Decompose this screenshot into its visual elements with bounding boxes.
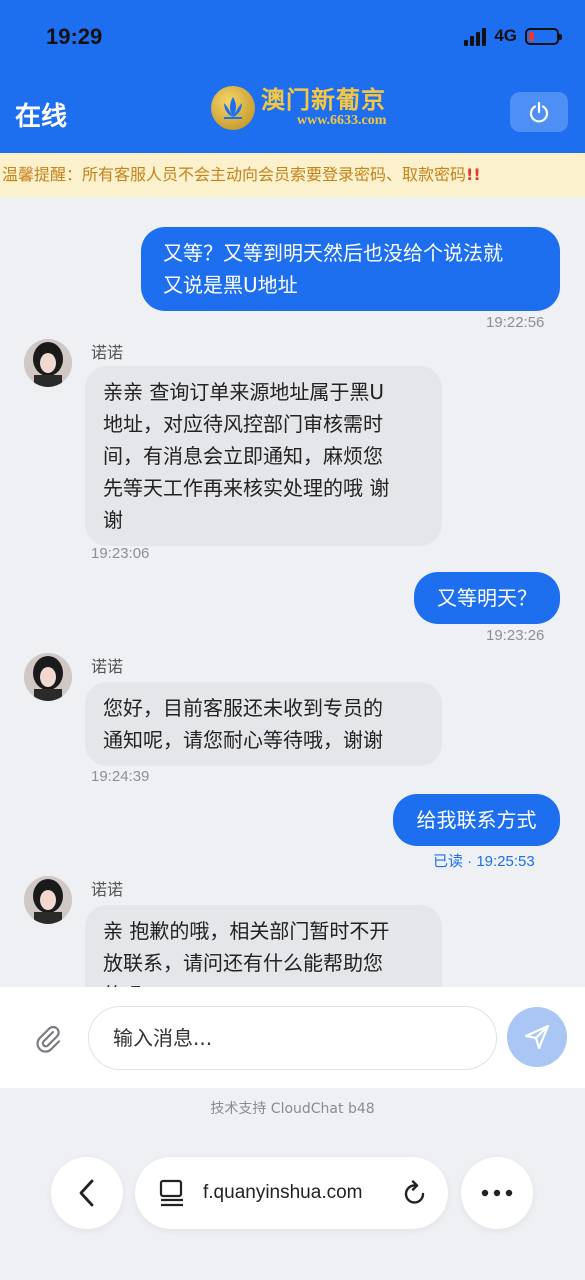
power-icon [529, 101, 549, 123]
send-button[interactable] [507, 1007, 567, 1067]
message-timestamp: 19:23:26 [486, 627, 545, 644]
network-type: 4G [494, 26, 517, 45]
agent-avatar [24, 876, 72, 924]
attachment-button[interactable] [34, 1023, 62, 1057]
more-dots-icon [481, 1189, 513, 1197]
agent-avatar [24, 653, 72, 701]
message-line: 先等天工作再来核实处理的哦 谢 [103, 476, 390, 500]
brand-logo: 澳门新葡京 www.6633.com [211, 86, 386, 130]
message-line: 谢 [103, 508, 123, 532]
chat-header: 在线 澳门新葡京 www.6633.com [0, 76, 585, 153]
message-line: 亲亲 查询订单来源地址属于黑U [103, 380, 384, 404]
lotus-emblem-icon [211, 86, 255, 130]
message-line: 地址，对应待风控部门审核需时 [103, 412, 383, 436]
message-line: 又等？又等到明天然后也没给个说法就 [163, 241, 503, 265]
paperclip-icon [36, 1025, 61, 1053]
message-line: 间，有消息会立即通知，麻烦您 [103, 444, 383, 468]
agent-name: 诺诺 [91, 657, 124, 676]
message-line: 您好，目前客服还未收到专员的 [103, 696, 383, 720]
status-indicators: 4G [464, 26, 562, 46]
brand-name: 澳门新葡京 [261, 85, 386, 114]
message-line: 的吗 [103, 979, 424, 987]
message-timestamp: 19:22:56 [486, 314, 545, 331]
signal-icon [464, 26, 487, 46]
incoming-message: 您好，目前客服还未收到专员的 通知呢，请您耐心等待哦，谢谢 [85, 682, 442, 766]
agent-name: 诺诺 [91, 343, 124, 362]
send-icon [524, 1024, 550, 1050]
message-timestamp: 19:24:39 [91, 768, 150, 785]
status-bar: 19:29 4G [0, 0, 585, 76]
chat-message-list[interactable]: 又等？又等到明天然后也没给个说法就 又说是黑U地址 19:22:56 诺诺 亲亲… [0, 197, 585, 987]
message-line: 亲 抱歉的哦，相关部门暂时不开 [103, 919, 390, 943]
outgoing-message: 又等明天？ [414, 572, 560, 624]
security-notice-banner: 温馨提醒：所有客服人员不会主动向会员索要登录密码、取款密码!! [0, 153, 585, 197]
powered-by-text: 技术支持 CloudChat b48 [210, 1101, 375, 1117]
message-line: 又等明天？ [437, 586, 537, 610]
browser-back-button[interactable] [51, 1157, 123, 1229]
message-input-bar: 输入消息... [0, 987, 585, 1088]
browser-more-button[interactable] [461, 1157, 533, 1229]
notice-exclamation: !! [466, 165, 481, 184]
status-time: 19:29 [46, 24, 103, 49]
agent-avatar [24, 339, 72, 387]
reader-mode-icon [159, 1179, 183, 1207]
incoming-message: 亲亲 查询订单来源地址属于黑U 地址，对应待风控部门审核需时 间，有消息会立即通… [85, 366, 442, 546]
agent-name: 诺诺 [91, 880, 124, 899]
browser-url: f.quanyinshua.com [203, 1182, 363, 1203]
message-line: 通知呢，请您耐心等待哦，谢谢 [103, 728, 383, 752]
battery-icon [525, 27, 562, 45]
outgoing-message: 给我联系方式 [393, 794, 560, 846]
message-input[interactable]: 输入消息... [88, 1006, 497, 1070]
outgoing-message: 又等？又等到明天然后也没给个说法就 又说是黑U地址 [141, 227, 560, 311]
notice-text: 温馨提醒：所有客服人员不会主动向会员索要登录密码、取款密码 [2, 165, 467, 184]
message-timestamp: 19:23:06 [91, 545, 150, 562]
read-receipt-timestamp: 已读 · 19:25:53 [433, 853, 535, 870]
message-line: 给我联系方式 [416, 808, 537, 832]
online-status-title: 在线 [15, 102, 68, 132]
brand-url: www.6633.com [297, 113, 387, 128]
chevron-left-icon [79, 1179, 94, 1207]
message-line: 又说是黑U地址 [163, 273, 298, 297]
message-line: 放联系，请问还有什么能帮助您 [103, 951, 383, 975]
reload-icon[interactable] [402, 1180, 428, 1208]
browser-address-bar[interactable]: f.quanyinshua.com [135, 1157, 448, 1229]
power-button[interactable] [510, 92, 568, 132]
incoming-message: 亲 抱歉的哦，相关部门暂时不开 放联系，请问还有什么能帮助您 的吗 [85, 905, 442, 987]
